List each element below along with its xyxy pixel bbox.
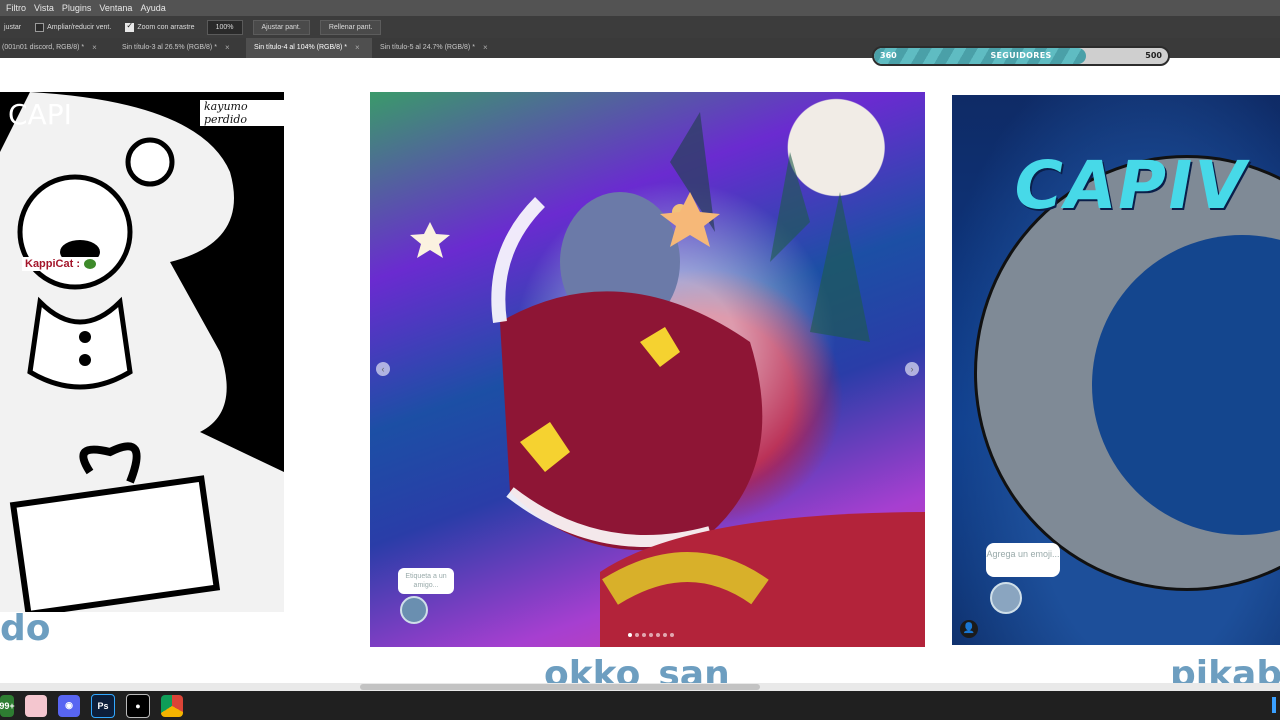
- follower-goal-bar: 360 SEGUIDORES 500: [872, 46, 1170, 66]
- carousel-dots: [628, 633, 674, 637]
- notification-badge-app-icon[interactable]: 99+: [0, 694, 15, 717]
- close-icon[interactable]: ×: [483, 38, 488, 58]
- person-icon[interactable]: 👤: [960, 620, 978, 638]
- menu-ventana[interactable]: Ventana: [95, 0, 136, 16]
- follower-goal: 500: [1145, 51, 1162, 60]
- menu-vista[interactable]: Vista: [30, 0, 58, 16]
- tab-sin-titulo-3[interactable]: Sin título-3 al 26.5% (RGB/8) * ×: [114, 38, 246, 58]
- chat-username: KappiCat :: [25, 258, 80, 270]
- tray-indicator-icon[interactable]: [1272, 697, 1276, 713]
- document-canvas[interactable]: CAPI kayumo perdido KappiCat : do: [0, 58, 1280, 683]
- follower-label: SEGUIDORES: [990, 51, 1052, 60]
- carousel-dot[interactable]: [628, 633, 632, 637]
- menu-ayuda[interactable]: Ayuda: [136, 0, 169, 16]
- paint-app-icon[interactable]: [25, 694, 47, 717]
- scrubby-checkbox-label: Zoom con arrastre: [137, 23, 195, 31]
- frog-emote-icon: [84, 259, 96, 269]
- discord-app-icon[interactable]: ◉: [58, 694, 80, 717]
- tab-label: (001n01 discord, RGB/8) *: [2, 44, 85, 51]
- horizontal-scrollbar[interactable]: [0, 683, 1280, 691]
- right-username[interactable]: pikab: [1170, 654, 1280, 683]
- next-slide-button[interactable]: ›: [905, 362, 919, 376]
- carousel-dot[interactable]: [656, 633, 660, 637]
- tab-label: Sin título-3 al 26.5% (RGB/8) *: [122, 44, 217, 51]
- resize-checkbox-label: Ampliar/reducir vent.: [47, 23, 112, 31]
- bear-sketch: [0, 92, 284, 612]
- fit-screen-button[interactable]: Ajustar pant.: [252, 19, 310, 35]
- scrubby-zoom-checkbox[interactable]: Zoom con arrastre: [125, 21, 195, 32]
- chrome-app-icon[interactable]: [161, 694, 183, 717]
- fill-screen-button[interactable]: Rellenar pant.: [319, 19, 382, 35]
- menu-bar: Filtro Vista Plugins Ventana Ayuda: [0, 0, 1280, 16]
- avatar[interactable]: [400, 596, 428, 624]
- resize-checkbox-box[interactable]: [35, 22, 45, 32]
- photoshop-app-icon[interactable]: Ps: [91, 693, 115, 718]
- options-bar: justar Ampliar/reducir vent. Zoom con ar…: [0, 16, 1280, 38]
- post-image-left[interactable]: CAPI kayumo perdido KappiCat :: [0, 92, 284, 612]
- wolf-artwork: [410, 112, 925, 647]
- post-image-right[interactable]: CAPIV Agrega un emoji... 👤: [952, 95, 1280, 645]
- tab-label: Sin título-4 al 104% (RGB/8) *: [254, 44, 347, 51]
- avatar[interactable]: [990, 582, 1022, 614]
- scrubby-checkbox-box[interactable]: [125, 21, 135, 32]
- zoom-level-field[interactable]: 100%: [206, 19, 243, 35]
- carousel-dot[interactable]: [642, 633, 646, 637]
- carousel-dot[interactable]: [649, 633, 653, 637]
- partial-option-label: justar: [4, 23, 22, 31]
- tab-label: Sin título-5 al 24.7% (RGB/8) *: [380, 44, 475, 51]
- prev-slide-button[interactable]: ‹: [376, 362, 390, 376]
- tag-friend-prompt[interactable]: Etiqueta a un amigo...: [398, 568, 454, 594]
- menu-filtro[interactable]: Filtro: [0, 0, 30, 16]
- carousel-dot[interactable]: [670, 633, 674, 637]
- carousel-dot[interactable]: [635, 633, 639, 637]
- menu-plugins[interactable]: Plugins: [58, 0, 96, 16]
- post-image-middle[interactable]: ‹ › Etiqueta a un amigo...: [370, 92, 925, 647]
- right-art-title: CAPIV: [1007, 147, 1255, 224]
- resize-windows-checkbox[interactable]: Ampliar/reducir vent.: [35, 22, 112, 32]
- tab-discord-doc[interactable]: (001n01 discord, RGB/8) * ×: [0, 38, 114, 58]
- obs-app-icon[interactable]: ●: [126, 693, 150, 718]
- carousel-dot[interactable]: [663, 633, 667, 637]
- tab-sin-titulo-5[interactable]: Sin título-5 al 24.7% (RGB/8) * ×: [372, 38, 506, 58]
- scrollbar-thumb[interactable]: [360, 684, 760, 690]
- close-icon[interactable]: ×: [355, 38, 360, 58]
- close-icon[interactable]: ×: [225, 38, 230, 58]
- emoji-prompt[interactable]: Agrega un emoji...: [986, 543, 1060, 577]
- taskbar: 99+ ◉ Ps ●: [0, 691, 1280, 720]
- close-icon[interactable]: ×: [92, 38, 97, 58]
- middle-username[interactable]: okko_san: [544, 654, 730, 683]
- tab-sin-titulo-4[interactable]: Sin título-4 al 104% (RGB/8) * ×: [246, 38, 372, 58]
- chat-overlay-kappicat: KappiCat :: [22, 257, 99, 271]
- left-username[interactable]: do: [0, 608, 51, 649]
